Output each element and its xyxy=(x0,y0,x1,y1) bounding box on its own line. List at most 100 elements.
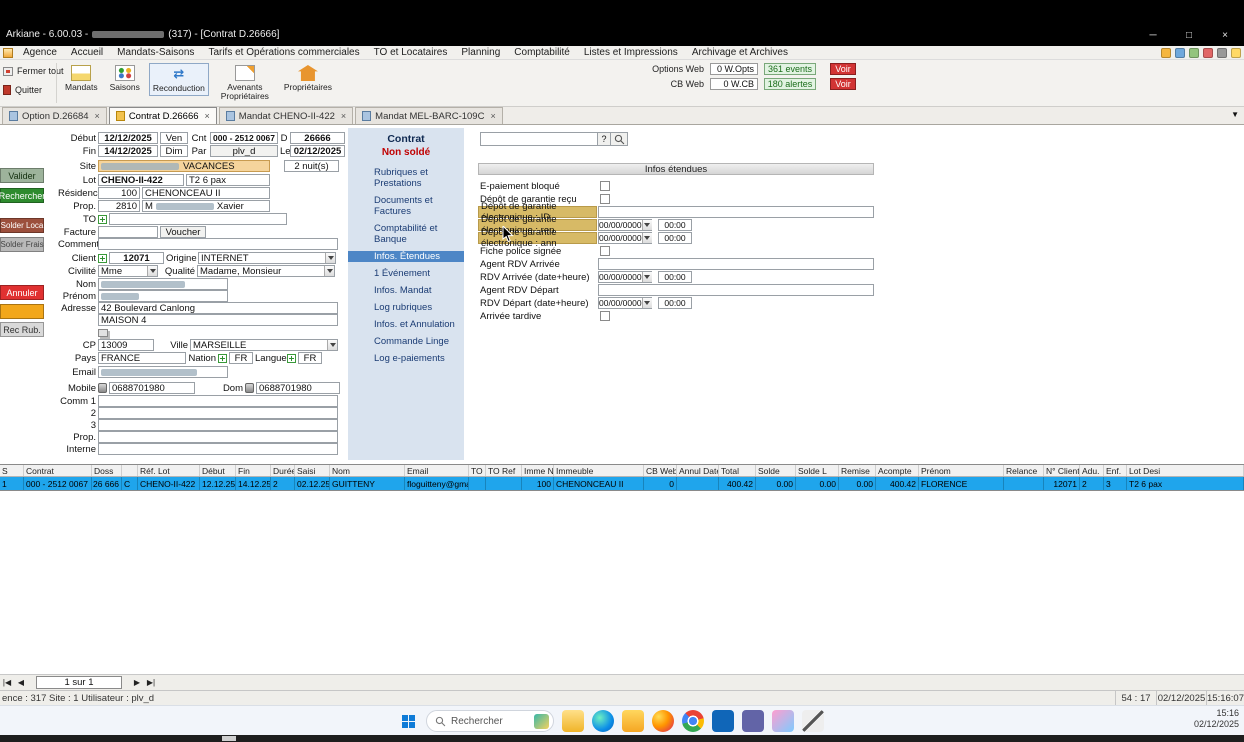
edge-icon[interactable] xyxy=(592,710,614,732)
dropdown-icon[interactable] xyxy=(641,233,652,243)
ville-select[interactable]: MARSEILLE xyxy=(190,339,338,351)
outlook-icon[interactable] xyxy=(712,710,734,732)
nav-item-log-epaiements[interactable]: Log e-paiements xyxy=(374,353,460,364)
taskbar-search[interactable]: Rechercher xyxy=(426,710,554,732)
mail-icon[interactable] xyxy=(562,710,584,732)
column-header[interactable]: Annul Date xyxy=(677,465,719,476)
help-icon[interactable]: ? xyxy=(598,132,611,146)
pays-input[interactable]: FRANCE xyxy=(98,352,186,364)
reconduction-button[interactable]: ⇄ Reconduction xyxy=(148,63,209,96)
tab-close-icon[interactable]: × xyxy=(93,111,100,121)
adresse2-input[interactable]: MAISON 4 xyxy=(98,314,338,326)
arrivee-tardive-checkbox[interactable] xyxy=(600,311,610,321)
qualite-select[interactable]: Madame, Monsieur xyxy=(197,265,335,277)
dg-ann-date-select[interactable]: 00/00/0000 xyxy=(598,232,652,244)
chrome-icon[interactable] xyxy=(682,710,704,732)
dg-rep-date-select[interactable]: 00/00/0000 xyxy=(598,219,652,231)
add-nation-icon[interactable] xyxy=(218,353,227,363)
mandats-button[interactable]: Mandats xyxy=(62,63,101,94)
column-header[interactable]: Remise xyxy=(839,465,876,476)
search-highlight-icon[interactable] xyxy=(534,713,549,729)
client-number-input[interactable]: 12071 xyxy=(109,252,164,264)
par-field[interactable]: plv_d xyxy=(210,145,278,157)
agent-arrivee-input[interactable] xyxy=(598,258,874,270)
file-explorer-icon[interactable] xyxy=(622,710,644,732)
tab-mandat-cheno[interactable]: Mandat CHENO-II-422 × xyxy=(218,107,354,124)
interne-input[interactable] xyxy=(98,443,338,455)
column-header[interactable]: Durée xyxy=(271,465,295,476)
window-icon[interactable] xyxy=(1175,48,1185,58)
menu-item-mandats-saisons[interactable]: Mandats-Saisons xyxy=(110,46,201,60)
taskbar-clock[interactable]: 15:16 02/12/2025 xyxy=(1194,708,1239,730)
table-row[interactable]: 1 000 - 2512 0067 26 666 C CHENO-II-422 … xyxy=(0,477,1244,491)
to-input[interactable] xyxy=(109,213,287,225)
nav-item-log-rubriques[interactable]: Log rubriques xyxy=(374,302,460,313)
proprietaire-number-input[interactable]: 2810 xyxy=(98,200,140,212)
column-header[interactable]: Solde xyxy=(756,465,796,476)
column-header[interactable]: Lot Desi xyxy=(1127,465,1244,476)
add-to-icon[interactable] xyxy=(98,214,107,224)
nav-item-comptabilite[interactable]: Comptabilité et Banque xyxy=(374,223,460,245)
comm-prop-input[interactable] xyxy=(98,431,338,443)
column-header[interactable]: CB Web xyxy=(644,465,677,476)
tab-mandat-mel-barc[interactable]: Mandat MEL-BARC-109C × xyxy=(355,107,503,124)
menu-item-to-locataires[interactable]: TO et Locataires xyxy=(367,46,455,60)
column-header[interactable]: Contrat xyxy=(24,465,92,476)
nav-item-documents[interactable]: Documents et Factures xyxy=(374,195,460,217)
column-header[interactable]: Total xyxy=(719,465,756,476)
dg-ann-time-input[interactable]: 00:00 xyxy=(658,232,692,244)
phone-icon[interactable] xyxy=(98,383,107,393)
column-header[interactable]: TO Ref xyxy=(486,465,522,476)
phone-icon[interactable] xyxy=(245,383,254,393)
minimize-icon[interactable]: ─ xyxy=(1142,28,1164,42)
debut-input[interactable]: 12/12/2025 xyxy=(98,132,158,144)
column-header[interactable] xyxy=(122,465,138,476)
fin-input[interactable]: 14/12/2025 xyxy=(98,145,158,157)
check-icon[interactable] xyxy=(1189,48,1199,58)
dropdown-icon[interactable] xyxy=(641,272,652,282)
proprietaires-button[interactable]: Propriétaires xyxy=(281,63,335,94)
maximize-icon[interactable]: □ xyxy=(1178,28,1200,42)
civilite-select[interactable]: Mme xyxy=(98,265,158,277)
last-record-button[interactable]: ▶| xyxy=(144,676,158,689)
column-header[interactable]: TO xyxy=(469,465,486,476)
column-header[interactable]: Imme N° xyxy=(522,465,554,476)
column-header[interactable]: Relance xyxy=(1004,465,1044,476)
cp-input[interactable]: 13009 xyxy=(98,339,154,351)
epaiement-checkbox[interactable] xyxy=(600,181,610,191)
debut-day-field[interactable]: Ven xyxy=(160,132,188,144)
fin-day-field[interactable]: Dim xyxy=(160,145,188,157)
nav-item-infos-mandat[interactable]: Infos. Mandat xyxy=(374,285,460,296)
dropdown-icon[interactable] xyxy=(327,340,337,350)
column-header[interactable]: Fin xyxy=(236,465,271,476)
nav-item-evenement[interactable]: 1 Événement xyxy=(374,268,460,279)
residence-number-input[interactable]: 100 xyxy=(98,187,140,199)
lot-type-field[interactable]: T2 6 pax xyxy=(186,174,270,186)
search-button[interactable] xyxy=(611,132,628,146)
teams-icon[interactable] xyxy=(742,710,764,732)
valider-button[interactable]: Valider xyxy=(0,168,44,183)
tab-option-26684[interactable]: Option D.26684 × xyxy=(2,107,107,124)
tab-close-icon[interactable]: × xyxy=(339,111,346,121)
comment-input[interactable] xyxy=(98,238,338,250)
menu-item-planning[interactable]: Planning xyxy=(454,46,507,60)
column-header[interactable]: N° Client xyxy=(1044,465,1080,476)
solder-frais-button[interactable]: Solder Frais xyxy=(0,237,44,252)
comm3-input[interactable] xyxy=(98,419,338,431)
column-header[interactable]: Enf. xyxy=(1104,465,1127,476)
column-header[interactable]: Début xyxy=(200,465,236,476)
first-record-button[interactable]: |◀ xyxy=(0,676,14,689)
site-input[interactable]: VACANCES xyxy=(98,160,270,172)
email-input[interactable] xyxy=(98,366,228,378)
previous-record-button[interactable]: ◀ xyxy=(14,676,28,689)
column-header[interactable]: Immeuble xyxy=(554,465,644,476)
paint-icon[interactable] xyxy=(772,710,794,732)
langue-input[interactable]: FR xyxy=(298,352,322,364)
menu-item-archivage[interactable]: Archivage et Archives xyxy=(685,46,795,60)
add-langue-icon[interactable] xyxy=(287,353,296,363)
rechercher-button[interactable]: Rechercher xyxy=(0,188,45,203)
dropdown-icon[interactable] xyxy=(641,220,652,230)
tab-close-icon[interactable]: × xyxy=(203,111,210,121)
chevron-down-icon[interactable]: ▼ xyxy=(1231,110,1239,119)
tab-contrat-26666[interactable]: Contrat D.26666 × xyxy=(108,107,217,124)
